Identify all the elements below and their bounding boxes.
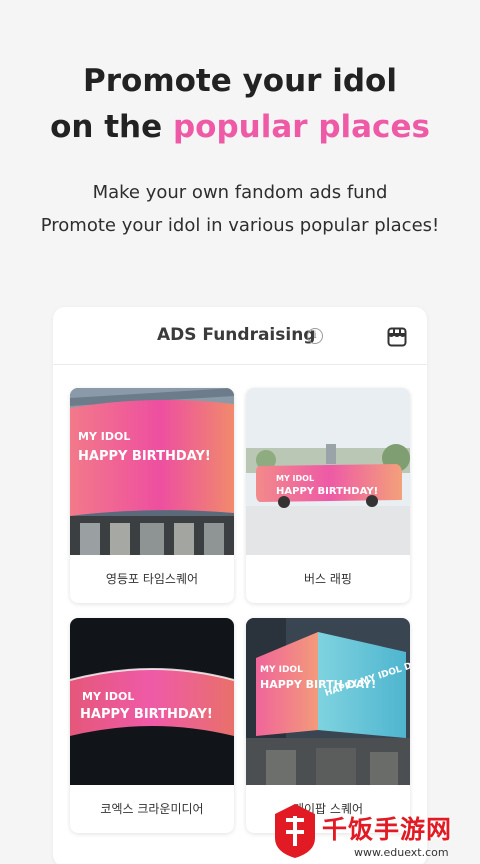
info-icon[interactable]: i — [307, 328, 323, 344]
coex-billboard-image: MY IDOL HAPPY BIRTHDAY! — [70, 618, 234, 785]
tile3-sign-line2: HAPPY BIRTHDAY! — [80, 707, 213, 722]
tile1-sign-line2: HAPPY BIRTHDAY! — [78, 449, 211, 464]
card-title: ADS Fundraising — [157, 325, 316, 345]
hero-title-accent: popular places — [172, 109, 430, 145]
tile-coex-crown-media[interactable]: MY IDOL HAPPY BIRTHDAY! 코엑스 크라운미디어 — [70, 618, 234, 833]
tile-bus-wrapping[interactable]: MY IDOL HAPPY BIRTHDAY! 버스 래핑 — [246, 388, 410, 603]
hero-subtitle: Make your own fandom ads fund Promote yo… — [0, 176, 480, 242]
ads-fundraising-card: ADS Fundraising i MY IDOL HAPPY BIRTHDAY… — [53, 307, 427, 864]
hero-subtitle-line1: Make your own fandom ads fund — [92, 182, 388, 203]
kpop-square-billboard-image: MY IDOL HAPPY BIRTH DAY! HAPPY MY IDOL D… — [246, 618, 410, 785]
watermark-text: 千饭手游网 — [322, 815, 453, 844]
watermark-logo-icon — [275, 804, 315, 858]
tile2-sign-line2: HAPPY BIRTHDAY! — [276, 486, 378, 497]
hero-title-line2: on the popular places — [0, 104, 480, 150]
bus-wrap-image: MY IDOL HAPPY BIRTHDAY! — [246, 388, 410, 555]
watermark-url: www.eduext.com — [354, 846, 449, 859]
hero-title-line1: Promote your idol — [83, 63, 397, 99]
tile1-sign-line1: MY IDOL — [78, 430, 130, 443]
hero-title: Promote your idol on the popular places — [0, 58, 480, 150]
tile-yeongdeungpo-timesquare[interactable]: MY IDOL HAPPY BIRTHDAY! 영등포 타임스퀘어 — [70, 388, 234, 603]
tile-label: 버스 래핑 — [304, 572, 352, 586]
store-icon[interactable] — [386, 326, 408, 348]
tile-label: 코엑스 크라운미디어 — [100, 802, 204, 816]
hero-subtitle-line2: Promote your idol in various popular pla… — [40, 215, 440, 236]
hero-title-line2-prefix: on the — [50, 109, 173, 145]
tile2-sign-line1: MY IDOL — [276, 474, 314, 483]
tile4-sign-line1: MY IDOL — [260, 665, 303, 675]
tile3-sign-line1: MY IDOL — [82, 690, 134, 703]
tile-label: 영등포 타임스퀘어 — [105, 572, 199, 586]
card-header: ADS Fundraising i — [53, 307, 427, 365]
watermark: 千饭手游网 www.eduext.com — [262, 800, 480, 864]
yeongdeungpo-billboard-image: MY IDOL HAPPY BIRTHDAY! — [70, 388, 234, 555]
